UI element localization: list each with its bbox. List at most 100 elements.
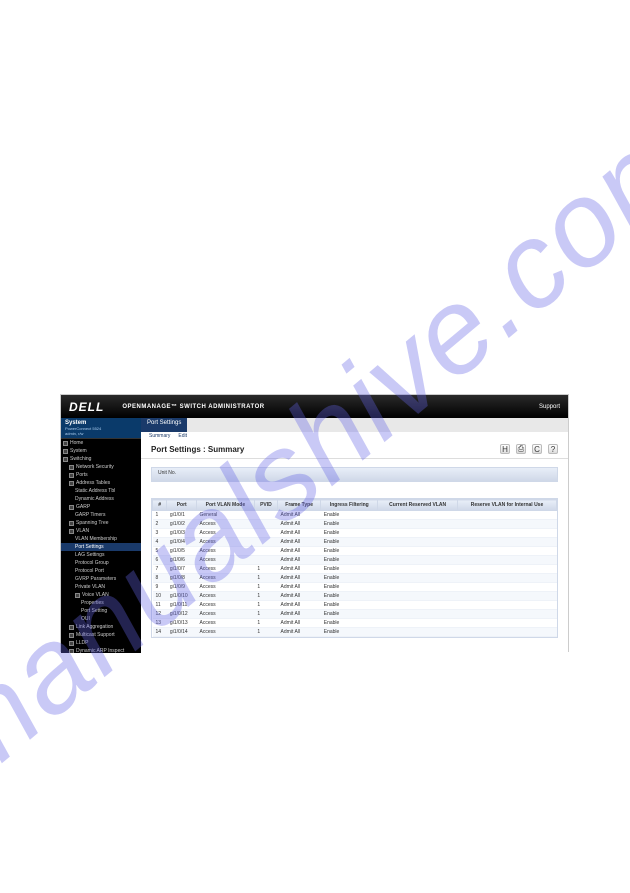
tree-toggle-icon[interactable] (69, 529, 74, 534)
table-row[interactable]: 14gi1/0/14Access1Admit AllEnable (153, 628, 557, 637)
print-icon[interactable]: ⎙ (516, 444, 526, 454)
sidebar-item[interactable]: Multicast Support (61, 631, 141, 639)
cell: Enable (321, 538, 378, 547)
sidebar-item[interactable]: Protocol Group (61, 559, 141, 567)
sidebar-item[interactable]: GARP Timers (61, 511, 141, 519)
cell: gi1/0/13 (167, 619, 197, 628)
sidebar-item-label: Link Aggregation (76, 624, 113, 630)
sidebar-item[interactable]: Port Settings (61, 543, 141, 551)
sidebar-item[interactable]: Voice VLAN (61, 591, 141, 599)
table-row[interactable]: 2gi1/0/2AccessAdmit AllEnable (153, 520, 557, 529)
cell: gi1/0/9 (167, 583, 197, 592)
sidebar-item-label: GARP (76, 504, 90, 510)
nav-sidebar: System PowerConnect 5524 admin, r/w Home… (61, 418, 141, 653)
cell: 1 (254, 601, 277, 610)
sidebar-item[interactable]: Home (61, 439, 141, 447)
sidebar-item[interactable]: Dynamic ARP Inspect (61, 647, 141, 653)
tree-toggle-icon[interactable] (63, 441, 68, 446)
tree-toggle-icon[interactable] (69, 505, 74, 510)
cell: 7 (153, 565, 167, 574)
table-row[interactable]: 8gi1/0/8Access1Admit AllEnable (153, 574, 557, 583)
table-row[interactable]: 13gi1/0/13Access1Admit AllEnable (153, 619, 557, 628)
table-row[interactable]: 4gi1/0/4AccessAdmit AllEnable (153, 538, 557, 547)
support-link[interactable]: Support (539, 404, 560, 410)
tree-toggle-icon[interactable] (69, 649, 74, 654)
refresh-icon[interactable]: C (532, 444, 542, 454)
cell (378, 601, 458, 610)
cell (378, 619, 458, 628)
column-header: Frame Type (278, 500, 321, 511)
cell: 11 (153, 601, 167, 610)
sidebar-item[interactable]: Static Address Tbl (61, 487, 141, 495)
tree-toggle-icon[interactable] (69, 473, 74, 478)
sidebar-item[interactable]: System (61, 447, 141, 455)
sidebar-item[interactable]: Spanning Tree (61, 519, 141, 527)
tree-toggle-icon[interactable] (69, 465, 74, 470)
tab-row: Port Settings (141, 418, 568, 432)
sidebar-item[interactable]: GVRP Parameters (61, 575, 141, 583)
sidebar-item[interactable]: OUI (61, 615, 141, 623)
table-row[interactable]: 3gi1/0/3AccessAdmit AllEnable (153, 529, 557, 538)
cell: 10 (153, 592, 167, 601)
tree-toggle-icon[interactable] (69, 625, 74, 630)
sidebar-item[interactable]: Protocol Port (61, 567, 141, 575)
tab-port-settings[interactable]: Port Settings (141, 418, 187, 432)
save-icon[interactable]: H (500, 444, 510, 454)
cell (378, 556, 458, 565)
cell: 1 (254, 628, 277, 637)
cell: 1 (254, 619, 277, 628)
sidebar-item[interactable]: VLAN Membership (61, 535, 141, 543)
sidebar-item[interactable]: Port Setting (61, 607, 141, 615)
table-row[interactable]: 10gi1/0/10Access1Admit AllEnable (153, 592, 557, 601)
sidebar-item[interactable]: Switching (61, 455, 141, 463)
vendor-logo: DELL (69, 400, 104, 414)
tree-toggle-icon[interactable] (69, 481, 74, 486)
cell (254, 547, 277, 556)
table-row[interactable]: 6gi1/0/6AccessAdmit AllEnable (153, 556, 557, 565)
sidebar-item[interactable]: Private VLAN (61, 583, 141, 591)
cell: Enable (321, 592, 378, 601)
sidebar-item-label: Properties (81, 600, 104, 606)
cell: Enable (321, 556, 378, 565)
tree-toggle-icon[interactable] (63, 449, 68, 454)
subtab-summary[interactable]: Summary (149, 433, 170, 439)
sidebar-item[interactable]: GARP (61, 503, 141, 511)
cell: Enable (321, 520, 378, 529)
cell: Enable (321, 583, 378, 592)
sidebar-item-label: LAG Settings (75, 552, 104, 558)
sidebar-item[interactable]: Network Security (61, 463, 141, 471)
column-header: Reserve VLAN for Internal Use (457, 500, 556, 511)
sidebar-item[interactable]: Properties (61, 599, 141, 607)
tree-toggle-icon[interactable] (69, 521, 74, 526)
tree-toggle-icon[interactable] (69, 633, 74, 638)
cell (378, 628, 458, 637)
tree-toggle-icon[interactable] (75, 593, 80, 598)
cell: Access (197, 547, 255, 556)
table-row[interactable]: 1gi1/0/1GeneralAdmit AllEnable (153, 511, 557, 520)
sidebar-item-label: Protocol Group (75, 560, 109, 566)
cell: 8 (153, 574, 167, 583)
cell: gi1/0/12 (167, 610, 197, 619)
table-row[interactable]: 11gi1/0/11Access1Admit AllEnable (153, 601, 557, 610)
cell (457, 520, 556, 529)
sidebar-item[interactable]: Link Aggregation (61, 623, 141, 631)
table-row[interactable]: 9gi1/0/9Access1Admit AllEnable (153, 583, 557, 592)
subtab-edit[interactable]: Edit (178, 433, 187, 439)
sidebar-item-label: Address Tables (76, 480, 110, 486)
sidebar-item[interactable]: VLAN (61, 527, 141, 535)
sidebar-item[interactable]: LAG Settings (61, 551, 141, 559)
sidebar-item[interactable]: Ports (61, 471, 141, 479)
tree-toggle-icon[interactable] (63, 457, 68, 462)
help-icon[interactable]: ? (548, 444, 558, 454)
cell: Access (197, 610, 255, 619)
cell (457, 556, 556, 565)
cell: Admit All (278, 628, 321, 637)
tree-toggle-icon[interactable] (69, 641, 74, 646)
table-row[interactable]: 7gi1/0/7Access1Admit AllEnable (153, 565, 557, 574)
table-row[interactable]: 5gi1/0/5AccessAdmit AllEnable (153, 547, 557, 556)
sidebar-item[interactable]: LLDP (61, 639, 141, 647)
cell: Enable (321, 601, 378, 610)
sidebar-item[interactable]: Address Tables (61, 479, 141, 487)
sidebar-item[interactable]: Dynamic Address (61, 495, 141, 503)
table-row[interactable]: 12gi1/0/12Access1Admit AllEnable (153, 610, 557, 619)
